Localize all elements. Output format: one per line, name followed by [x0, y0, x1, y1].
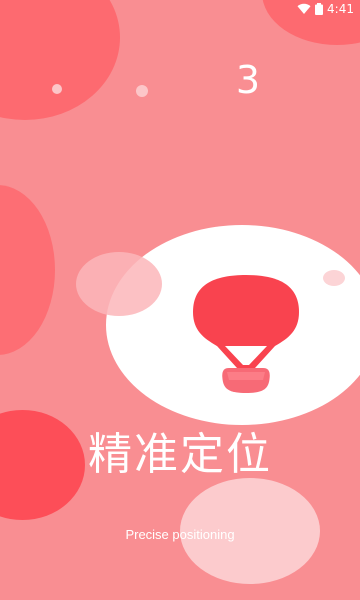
countdown-counter[interactable]: 3 — [228, 58, 268, 102]
status-time: 4:41 — [327, 2, 354, 16]
decor-circle-mid-left — [0, 185, 55, 355]
decor-dot-small-2 — [136, 85, 148, 97]
decor-dot-small-3 — [323, 270, 345, 286]
status-bar: 4:41 — [0, 0, 360, 18]
decor-circle-pink-overlap — [76, 252, 162, 316]
hot-air-balloon-icon — [185, 272, 307, 402]
battery-icon — [315, 3, 324, 15]
decor-dot-small-1 — [52, 84, 62, 94]
decor-circle-top-left — [0, 0, 120, 120]
onboarding-title: 精准定位 — [88, 429, 272, 480]
onboarding-screen: 4:41 3 精准定位 Precise positioning — [0, 0, 360, 600]
wifi-icon — [297, 3, 311, 14]
onboarding-subtitle: Precise positioning — [125, 527, 235, 542]
